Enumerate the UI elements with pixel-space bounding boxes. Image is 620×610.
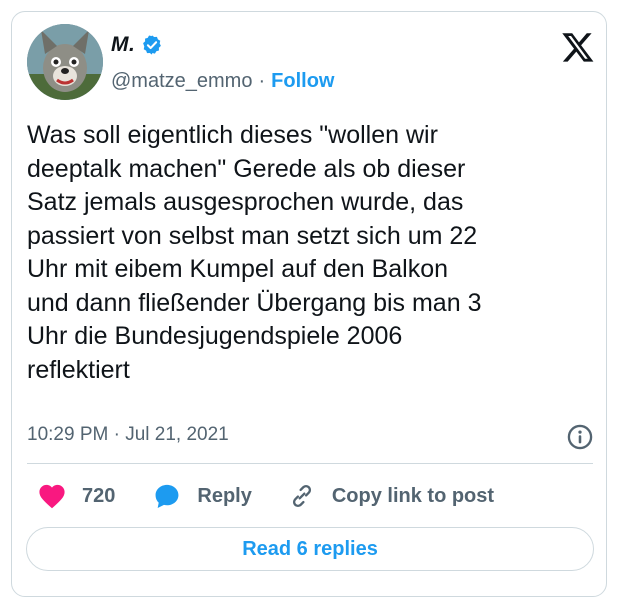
divider (27, 463, 593, 464)
like-button[interactable]: 720 (38, 483, 115, 509)
copy-link-label: Copy link to post (331, 484, 495, 507)
heart-icon (39, 484, 65, 509)
separator-dot: · (258, 70, 266, 92)
copy-link-button[interactable]: Copy link to post (288, 482, 494, 510)
reply-button[interactable]: Reply (153, 482, 252, 510)
author-name-row: M. (111, 33, 163, 57)
reply-label: Reply (197, 484, 252, 507)
like-count: 720 (82, 484, 116, 507)
link-icon (292, 484, 311, 508)
author-handle-row: @matze_emmo · Follow (111, 70, 334, 93)
reply-bubble-icon (155, 484, 179, 509)
wolf-avatar-icon (27, 24, 103, 100)
info-icon[interactable] (566, 423, 594, 451)
author-display-name[interactable]: M. (111, 33, 135, 57)
action-bar: 720 Reply Copy link to post (38, 482, 494, 510)
x-logo-icon[interactable] (561, 30, 595, 64)
verified-badge-icon (141, 34, 163, 56)
author-handle[interactable]: @matze_emmo (111, 70, 252, 93)
read-replies-button[interactable]: Read 6 replies (26, 527, 594, 571)
read-replies-label: Read 6 replies (242, 537, 378, 560)
tweet-text: Was soll eigentlich dieses "wollen wir d… (27, 121, 482, 384)
avatar[interactable] (27, 24, 103, 100)
tweet-timestamp[interactable]: 10:29 PM · Jul 21, 2021 (27, 424, 229, 446)
follow-button[interactable]: Follow (271, 70, 334, 93)
